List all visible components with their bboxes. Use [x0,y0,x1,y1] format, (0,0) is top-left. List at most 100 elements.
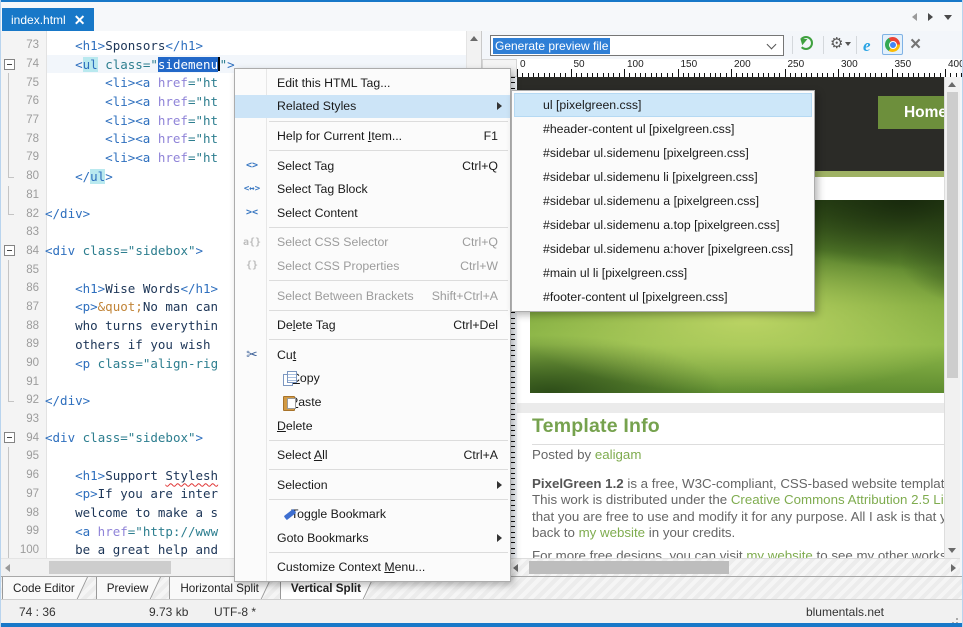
view-tab-label: Code Editor [13,582,75,595]
menu-item-label: Select Tag Block [277,182,368,196]
close-preview-icon: × [910,35,921,54]
line-number: 89 [17,338,45,350]
menu-item-cut[interactable]: Cut [235,343,510,367]
menu-item-customize-context-menu[interactable]: Customize Context Menu... [235,556,510,580]
close-preview-button[interactable]: × [910,35,921,54]
menu-item-toggle-bookmark[interactable]: Toggle Bookmark [235,503,510,527]
document-tab-bar: index.html ✕ [1,2,962,31]
posted-by-line: Posted by ealigam [532,447,946,463]
chevron-down-icon[interactable] [767,40,777,50]
fold-column [1,372,17,391]
next-tab-icon[interactable] [928,13,933,21]
window-bottom-border [1,623,962,627]
menu-item-select-all[interactable]: Select AllCtrl+A [235,443,510,467]
line-number: 88 [17,320,45,332]
submenu-item-sidebar-ul-sidemenu-pixelgreen-css[interactable]: #sidebar ul.sidemenu [pixelgreen.css] [514,141,812,165]
menu-separator [269,150,508,151]
page-text-line: back to my website in your credits. [532,525,946,541]
scroll-left-icon[interactable] [5,564,10,572]
submenu-item-sidebar-ul-sidemenu-a-hover-pixelgreen-css[interactable]: #sidebar ul.sidemenu a:hover [pixelgreen… [514,237,812,261]
menu-item-label: Edit this HTML Tag... [277,76,390,90]
menu-item-label: Select CSS Selector [277,235,388,249]
page-link[interactable]: my website [746,548,813,558]
scrollbar-thumb[interactable] [49,561,171,574]
view-tab-code-editor[interactable]: Code Editor [2,577,79,599]
page-text: This work is distributed under the [532,492,731,507]
menu-item-related-styles[interactable]: Related Styles [235,95,510,119]
css-properties-icon [241,260,263,271]
menu-item-select-tag[interactable]: Select TagCtrl+Q [235,154,510,178]
home-nav-button[interactable]: Home [878,96,946,129]
menu-item-label: Select CSS Properties [277,259,399,273]
scroll-left-icon[interactable] [513,564,518,572]
fold-toggle-icon[interactable] [1,428,17,447]
scrollbar-thumb[interactable] [529,561,729,574]
preview-vertical-scrollbar[interactable] [944,77,960,558]
line-number: 73 [17,39,45,51]
prev-tab-icon[interactable] [912,13,917,21]
shortcut-key: Ctrl+W [446,259,498,273]
chrome-browser-button[interactable] [882,34,903,55]
line-number: 79 [17,151,45,163]
encoding-indicator: UTF-8 * [214,605,256,619]
settings-button[interactable]: ⚙ [830,36,851,51]
refresh-button[interactable] [799,36,813,50]
menu-item-paste[interactable]: Paste [235,390,510,414]
page-text: Posted by [532,447,595,462]
menu-item-help-for-current-item[interactable]: Help for Current Item...F1 [235,124,510,148]
code-text[interactable]: <h1>Sponsors</h1> [45,38,466,53]
scroll-down-icon[interactable] [948,548,956,553]
page-link[interactable]: ealigam [595,447,642,462]
menu-separator [269,552,508,553]
submenu-item-ul-pixelgreen-css[interactable]: ul [pixelgreen.css] [514,93,812,117]
submenu-item-sidebar-ul-sidemenu-a-pixelgreen-css[interactable]: #sidebar ul.sidemenu a [pixelgreen.css] [514,189,812,213]
submenu-item-main-ul-li-pixelgreen-css[interactable]: #main ul li [pixelgreen.css] [514,261,812,285]
scrollbar-thumb[interactable] [947,92,958,378]
submenu-item-sidebar-ul-sidemenu-li-pixelgreen-css[interactable]: #sidebar ul.sidemenu li [pixelgreen.css] [514,165,812,189]
fold-toggle-icon[interactable] [1,55,17,74]
ruler-number: 100 [627,59,644,70]
fold-column [1,335,17,354]
shortcut-key: F1 [470,129,498,143]
fold-toggle-icon[interactable] [1,242,17,261]
fold-column [1,503,17,522]
toolbar-separator [823,36,824,54]
menu-item-copy[interactable]: Copy [235,367,510,391]
menu-item-select-tag-block[interactable]: Select Tag Block [235,177,510,201]
tab-list-icon[interactable] [944,15,952,20]
select-content-icon [241,207,263,218]
menu-item-edit-this-html-tag[interactable]: Edit this HTML Tag... [235,71,510,95]
tab-index-html[interactable]: index.html ✕ [2,8,94,31]
submenu-item-sidebar-ul-sidemenu-a-top-pixelgreen-css[interactable]: #sidebar ul.sidemenu a.top [pixelgreen.c… [514,213,812,237]
scroll-right-icon[interactable] [951,564,956,572]
ruler-number: 400 [948,59,963,70]
line-number: 81 [17,189,45,201]
submenu-item-footer-content-ul-pixelgreen-css[interactable]: #footer-content ul [pixelgreen.css] [514,285,812,309]
menu-item-selection[interactable]: Selection [235,473,510,497]
resize-grip[interactable] [956,618,958,620]
menu-item-goto-bookmarks[interactable]: Goto Bookmarks [235,526,510,550]
view-tab-preview[interactable]: Preview [96,577,153,599]
line-number: 93 [17,413,45,425]
close-icon[interactable]: ✕ [74,13,86,27]
page-link[interactable]: Creative Commons Attribution 2.5 License… [731,492,946,507]
line-number: 78 [17,133,45,145]
scroll-up-icon[interactable] [948,82,956,87]
refresh-icon [799,36,813,50]
preview-mode-combobox[interactable]: Generate preview file [490,35,784,56]
ie-browser-button[interactable]: e [863,37,871,54]
line-number: 90 [17,357,45,369]
page-link[interactable]: my website [579,525,646,540]
page-text-line: This work is distributed under the Creat… [532,492,946,508]
line-number: 85 [17,264,45,276]
menu-item-select-between-brackets: Select Between BracketsShift+Ctrl+A [235,284,510,308]
scroll-up-icon[interactable] [470,36,478,41]
menu-item-label: Goto Bookmarks [277,531,369,545]
menu-item-delete-tag[interactable]: Delete TagCtrl+Del [235,313,510,337]
fold-column [1,298,17,317]
menu-item-select-content[interactable]: Select Content [235,201,510,225]
submenu-item-header-content-ul-pixelgreen-css[interactable]: #header-content ul [pixelgreen.css] [514,117,812,141]
preview-horizontal-scrollbar[interactable] [482,558,960,576]
shortcut-key: Ctrl+A [449,448,498,462]
menu-item-delete[interactable]: Delete [235,414,510,438]
